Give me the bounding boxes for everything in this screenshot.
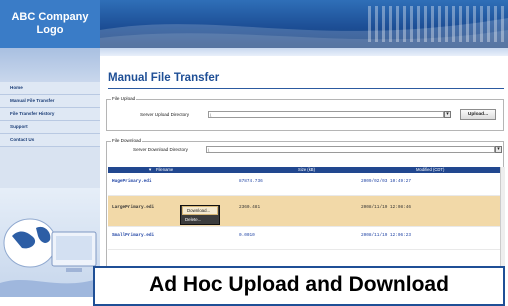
table-row[interactable]: SmallPrimary.edi 0.0010 2008/11/19 12:06… (108, 227, 500, 250)
cell-modified: 2008/11/19 12:06:23 (361, 233, 412, 238)
app-header: ABC Company Logo (0, 0, 508, 48)
table-row-selected[interactable]: LargePrimary.edi 2360.481 2008/11/19 12:… (108, 196, 500, 227)
header-subbar (100, 48, 508, 56)
cell-size: 0.0010 (239, 233, 255, 238)
upload-dropdown-arrow-icon[interactable]: ▾ (444, 111, 451, 118)
upload-button[interactable]: Upload... (460, 109, 496, 120)
cell-size: 87874.736 (239, 179, 263, 184)
file-table: ▼ Filename Size (kB) Modified (CDT) Huge… (108, 167, 500, 250)
header-banner (100, 0, 508, 48)
title-divider (108, 88, 504, 89)
page-title: Manual File Transfer (108, 72, 220, 84)
download-directory-label: Server Download Directory (133, 147, 188, 152)
sidebar-top-band (0, 48, 100, 82)
caption-banner: Ad Hoc Upload and Download (93, 266, 505, 306)
cell-modified: 2008/11/19 12:08:46 (361, 205, 412, 210)
sidebar-item-manual-file-transfer[interactable]: Manual File Transfer (0, 95, 100, 108)
upload-directory-label: Server Upload Directory (140, 112, 190, 117)
header-decoration (368, 6, 508, 42)
monitor-globe-icon (0, 218, 100, 297)
sidebar: Home Manual File Transfer File Transfer … (0, 48, 100, 297)
download-dropdown-arrow-icon[interactable]: ▾ (495, 146, 502, 153)
table-row[interactable]: HugePrimary.edi 87874.736 2009/02/03 10:… (108, 173, 500, 196)
caption-text: Ad Hoc Upload and Download (149, 273, 449, 296)
logo-line-2: Logo (36, 24, 64, 36)
download-directory-select[interactable]: \ (206, 146, 495, 153)
computer-globe-illustration (0, 188, 100, 297)
sidebar-item-support[interactable]: Support (0, 121, 100, 134)
cell-filename: LargePrimary.edi (112, 205, 155, 210)
company-logo[interactable]: ABC Company Logo (0, 0, 100, 48)
file-upload-legend: File Upload (111, 96, 137, 101)
context-menu-download[interactable]: Download... (182, 206, 218, 215)
cell-filename: HugePrimary.edi (112, 179, 152, 184)
sidebar-item-contact-us[interactable]: Contact Us (0, 134, 100, 147)
main-content: Manual File Transfer File Upload Server … (100, 56, 508, 297)
file-download-legend: File Download (111, 138, 143, 143)
logo-line-1: ABC Company (11, 11, 89, 23)
file-upload-section: File Upload Server Upload Directory \ ▾ … (106, 96, 504, 131)
cell-modified: 2009/02/03 10:49:27 (361, 179, 412, 184)
sidebar-item-file-transfer-history[interactable]: File Transfer History (0, 108, 100, 121)
cell-filename: SmallPrimary.edi (112, 233, 155, 238)
upload-directory-select[interactable]: \ (208, 111, 444, 118)
context-menu-delete[interactable]: Delete... (181, 215, 219, 224)
sidebar-item-home[interactable]: Home (0, 82, 100, 95)
context-menu: Download... Delete... (180, 205, 220, 225)
cell-size: 2360.481 (239, 205, 261, 210)
sidebar-nav: Home Manual File Transfer File Transfer … (0, 82, 100, 147)
table-scrollbar[interactable] (500, 167, 505, 277)
